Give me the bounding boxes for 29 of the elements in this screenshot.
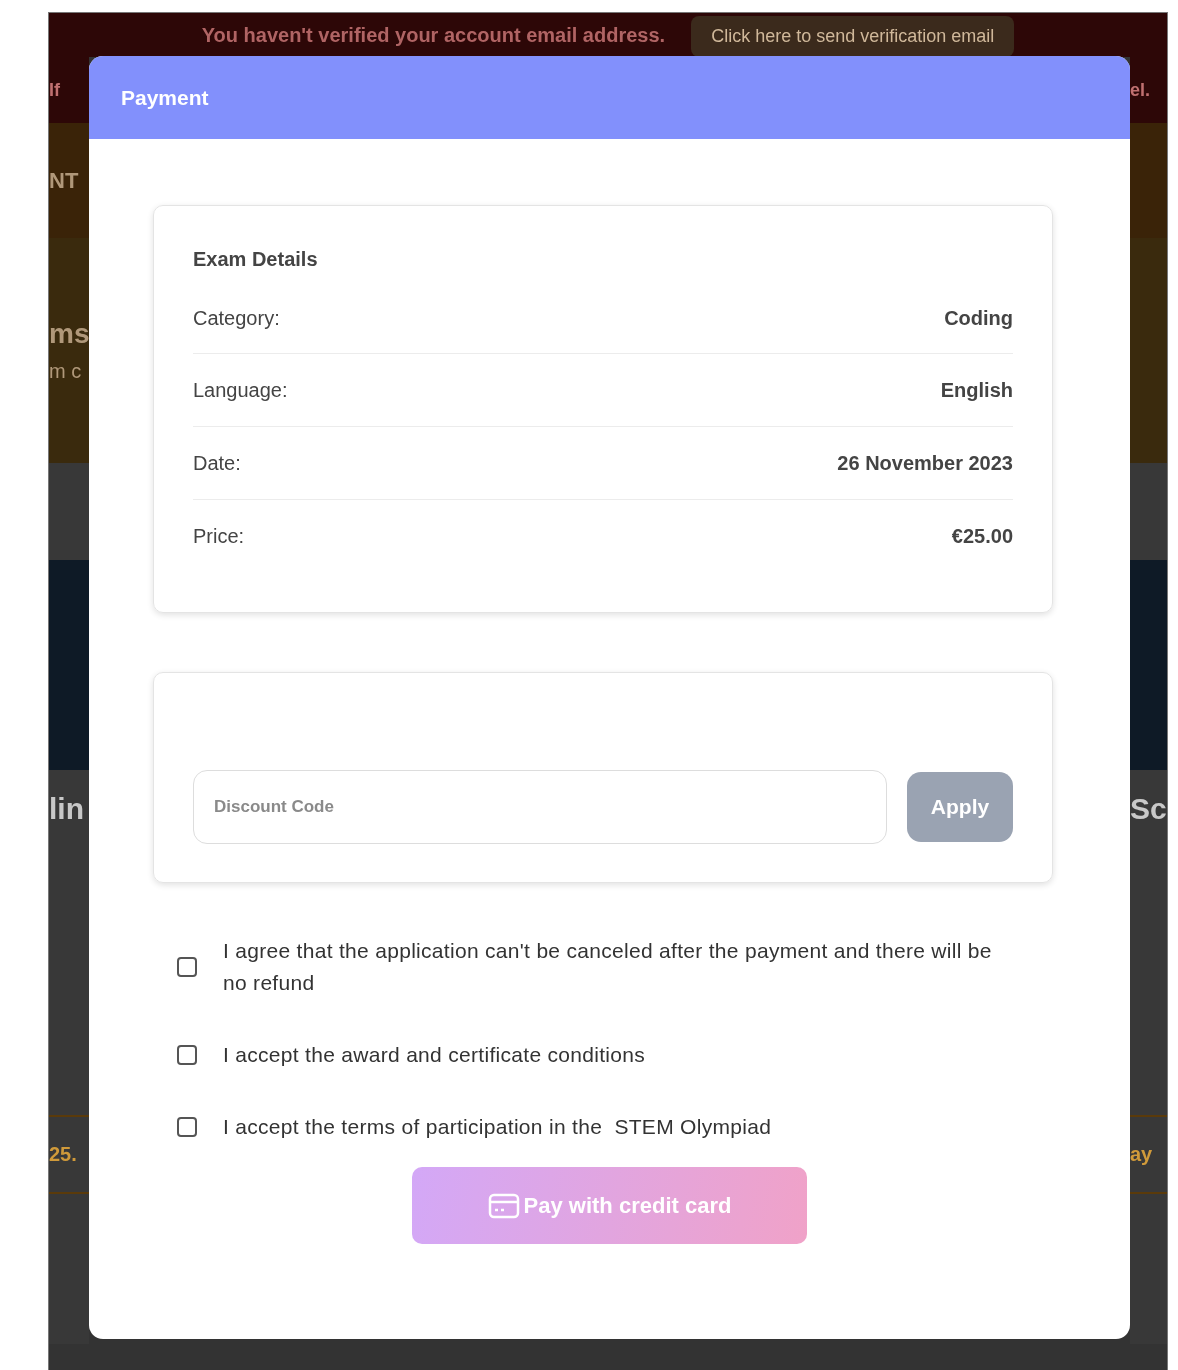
dialog-title: Payment xyxy=(121,85,209,110)
agreement-text: I accept the award and certificate conditions xyxy=(223,1042,646,1068)
agreement-text: I agree that the application can't be canceled after the payment and there will be no refund xyxy=(223,938,993,996)
detail-label: Price: xyxy=(193,524,245,548)
background-text: Sc xyxy=(1130,792,1167,826)
checkbox[interactable] xyxy=(177,1045,197,1065)
detail-value: 26 November 2023 xyxy=(837,451,1013,475)
section-heading: Exam Details xyxy=(193,248,319,271)
detail-value: English xyxy=(940,378,1013,402)
background-text: If xyxy=(49,79,61,101)
checkbox[interactable] xyxy=(177,1117,197,1137)
background-text: ay xyxy=(1130,1143,1154,1166)
detail-label: Category: xyxy=(193,306,280,330)
background-text: el. xyxy=(1130,79,1151,101)
credit-card-icon xyxy=(487,1192,520,1219)
detail-label: Language: xyxy=(193,378,288,402)
verification-warning: You haven't verified your account email address. xyxy=(201,23,666,47)
detail-value: €25.00 xyxy=(951,524,1013,548)
background-text: m c xyxy=(49,360,83,383)
background-text: lin xyxy=(49,792,85,826)
background-text: ms xyxy=(49,318,89,350)
discount-code-field[interactable]: Discount Code xyxy=(193,770,887,844)
detail-label: Date: xyxy=(193,451,241,475)
agreement-text: I accept the terms of participation in the STEM Olympiad xyxy=(223,1114,772,1140)
background-text: 25. xyxy=(49,1143,78,1166)
background-text: NT xyxy=(49,167,80,194)
detail-value: Coding xyxy=(944,306,1013,330)
checkbox[interactable] xyxy=(177,957,197,977)
send-verification-button[interactable]: Click here to send verification email xyxy=(691,15,1015,57)
